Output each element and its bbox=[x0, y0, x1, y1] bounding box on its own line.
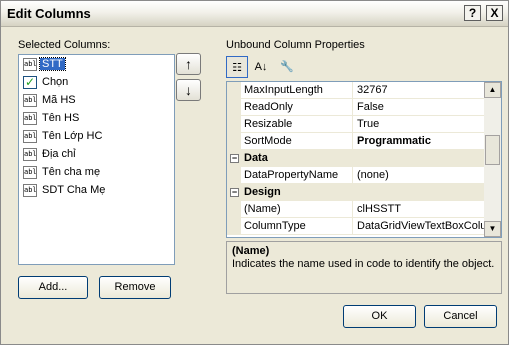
list-item[interactable]: abl Địa chỉ bbox=[21, 146, 171, 164]
selected-columns-label: Selected Columns: bbox=[18, 39, 111, 51]
remove-button[interactable]: Remove bbox=[99, 276, 171, 299]
selected-columns-list[interactable]: abl STT ✓ Chọn abl Mã HS abl Tên HS abl … bbox=[18, 54, 175, 265]
alphabetical-button[interactable]: A↓ bbox=[250, 56, 272, 78]
collapse-icon[interactable]: − bbox=[230, 188, 239, 197]
list-item[interactable]: abl Tên HS bbox=[21, 110, 171, 128]
list-item[interactable]: abl SDT Cha Mẹ bbox=[21, 182, 171, 200]
ok-button[interactable]: OK bbox=[343, 305, 416, 328]
description-title: (Name) bbox=[232, 245, 270, 257]
categorized-button[interactable]: ☷ bbox=[226, 56, 248, 78]
arrow-up-icon: ↑ bbox=[185, 56, 192, 72]
textbox-column-icon: abl bbox=[23, 94, 37, 107]
property-row[interactable]: (Name) clHSSTT bbox=[227, 201, 484, 218]
checkbox-column-icon: ✓ bbox=[23, 75, 37, 89]
textbox-column-icon: abl bbox=[23, 58, 37, 71]
unbound-column-properties-label: Unbound Column Properties bbox=[226, 39, 365, 51]
textbox-column-icon: abl bbox=[23, 184, 37, 197]
arrow-down-icon: ↓ bbox=[185, 82, 192, 98]
close-button[interactable]: X bbox=[486, 5, 503, 21]
textbox-column-icon: abl bbox=[23, 112, 37, 125]
property-description: (Name) Indicates the name used in code t… bbox=[226, 241, 502, 294]
wrench-icon: 🔧 bbox=[280, 61, 294, 73]
list-item[interactable]: abl Mã HS bbox=[21, 92, 171, 110]
textbox-column-icon: abl bbox=[23, 148, 37, 161]
title-bar: Edit Columns ? X bbox=[1, 1, 508, 27]
property-toolbar: ☷ A↓ 🔧 bbox=[226, 56, 502, 81]
cancel-button[interactable]: Cancel bbox=[424, 305, 497, 328]
categorized-icon: ☷ bbox=[232, 62, 242, 74]
property-row[interactable]: ReadOnly False bbox=[227, 99, 484, 116]
category-design[interactable]: − Design bbox=[227, 184, 484, 201]
list-item[interactable]: abl Tên cha mẹ bbox=[21, 164, 171, 182]
window-title: Edit Columns bbox=[7, 6, 91, 21]
scroll-thumb[interactable] bbox=[485, 135, 500, 165]
alphabetical-icon: A↓ bbox=[254, 61, 268, 73]
edit-columns-dialog: Edit Columns ? X Selected Columns: abl S… bbox=[0, 0, 509, 345]
add-button[interactable]: Add... bbox=[18, 276, 88, 299]
list-item[interactable]: ✓ Chọn bbox=[21, 74, 171, 92]
property-pages-button[interactable]: 🔧 bbox=[276, 56, 298, 78]
property-row[interactable]: MaxInputLength 32767 bbox=[227, 82, 484, 99]
property-row[interactable]: ColumnType DataGridViewTextBoxColu bbox=[227, 218, 484, 235]
property-grid-scrollbar[interactable]: ▲ ▼ bbox=[484, 82, 501, 237]
move-up-button[interactable]: ↑ bbox=[176, 53, 201, 75]
property-row[interactable]: SortMode Programmatic bbox=[227, 133, 484, 150]
scroll-up-icon[interactable]: ▲ bbox=[484, 82, 501, 98]
scroll-down-icon[interactable]: ▼ bbox=[484, 221, 501, 237]
property-grid[interactable]: MaxInputLength 32767 ReadOnly False Resi… bbox=[226, 81, 502, 238]
collapse-icon[interactable]: − bbox=[230, 154, 239, 163]
textbox-column-icon: abl bbox=[23, 130, 37, 143]
property-row[interactable]: DataPropertyName (none) bbox=[227, 167, 484, 184]
description-text: Indicates the name used in code to ident… bbox=[232, 258, 495, 270]
move-down-button[interactable]: ↓ bbox=[176, 79, 201, 101]
property-row[interactable]: Resizable True bbox=[227, 116, 484, 133]
help-button[interactable]: ? bbox=[464, 5, 481, 21]
category-data[interactable]: − Data bbox=[227, 150, 484, 167]
list-item[interactable]: abl Tên Lớp HC bbox=[21, 128, 171, 146]
list-item[interactable]: abl STT bbox=[21, 56, 171, 74]
textbox-column-icon: abl bbox=[23, 166, 37, 179]
